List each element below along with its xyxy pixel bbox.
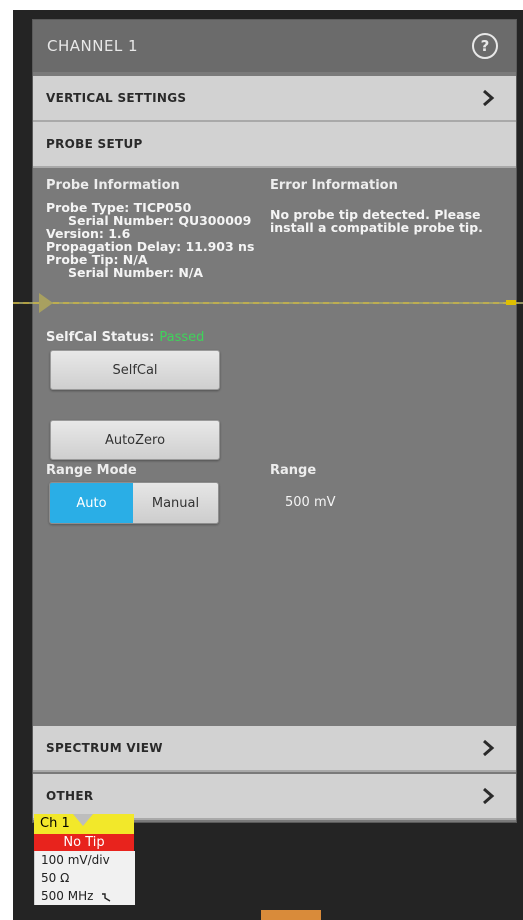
channel-1-badge[interactable]: Ch 1 No Tip 100 mV/div 50 Ω 500 MHz xyxy=(34,814,135,905)
range-mode-label: Range Mode xyxy=(46,463,137,478)
oscilloscope-screen: CHANNEL 1 ? VERTICAL SETTINGS PROBE SETU… xyxy=(13,10,523,920)
section-label: OTHER xyxy=(46,789,94,803)
probe-tip-serial-number: Serial Number: N/A xyxy=(68,265,204,280)
trace-end-marker xyxy=(506,300,516,305)
range-label: Range xyxy=(270,463,317,478)
section-label: SPECTRUM VIEW xyxy=(46,741,163,755)
badge-status: No Tip xyxy=(34,834,134,851)
badge-pointer-icon xyxy=(73,814,93,826)
section-label: PROBE SETUP xyxy=(46,137,143,151)
spectrum-view-section[interactable]: SPECTRUM VIEW xyxy=(33,726,516,772)
probe-setup-section[interactable]: PROBE SETUP xyxy=(33,122,516,168)
probe-setup-content: Probe Information Probe Type: TICP050 Se… xyxy=(13,164,523,734)
section-label: VERTICAL SETTINGS xyxy=(46,91,187,105)
badge-impedance: 50 Ω xyxy=(34,869,135,887)
range-value: 500 mV xyxy=(285,495,336,510)
range-mode-toggle: Auto Manual xyxy=(49,482,219,524)
error-information-heading: Error Information xyxy=(270,178,398,193)
trace-marker-icon xyxy=(39,293,53,313)
selfcal-status: SelfCal Status: Passed xyxy=(46,330,204,345)
panel-title: CHANNEL 1 xyxy=(47,37,139,55)
help-circle-icon[interactable]: ? xyxy=(472,33,498,59)
autozero-button[interactable]: AutoZero xyxy=(50,420,220,460)
badge-bandwidth: 500 MHz xyxy=(41,889,94,903)
selfcal-button[interactable]: SelfCal xyxy=(50,350,220,390)
selfcal-status-value: Passed xyxy=(159,330,205,345)
probe-information-heading: Probe Information xyxy=(46,178,180,193)
range-mode-auto[interactable]: Auto xyxy=(50,483,133,523)
range-mode-manual[interactable]: Manual xyxy=(133,483,218,523)
error-message: No probe tip detected. Please install a … xyxy=(270,207,483,235)
bandwidth-limit-icon xyxy=(102,892,111,902)
badge-bandwidth-row: 500 MHz xyxy=(34,887,135,905)
chevron-right-icon xyxy=(483,739,495,757)
badge-scale: 100 mV/div xyxy=(34,851,135,869)
selfcal-status-label: SelfCal Status: xyxy=(46,330,155,345)
waveform-trace xyxy=(13,302,523,304)
panel-header: CHANNEL 1 ? xyxy=(33,20,516,72)
chevron-right-icon xyxy=(483,89,495,107)
channel-settings-panel: CHANNEL 1 ? VERTICAL SETTINGS PROBE SETU… xyxy=(13,20,523,822)
bottom-handle[interactable] xyxy=(261,910,321,920)
vertical-settings-section[interactable]: VERTICAL SETTINGS xyxy=(33,76,516,122)
chevron-right-icon xyxy=(483,787,495,805)
